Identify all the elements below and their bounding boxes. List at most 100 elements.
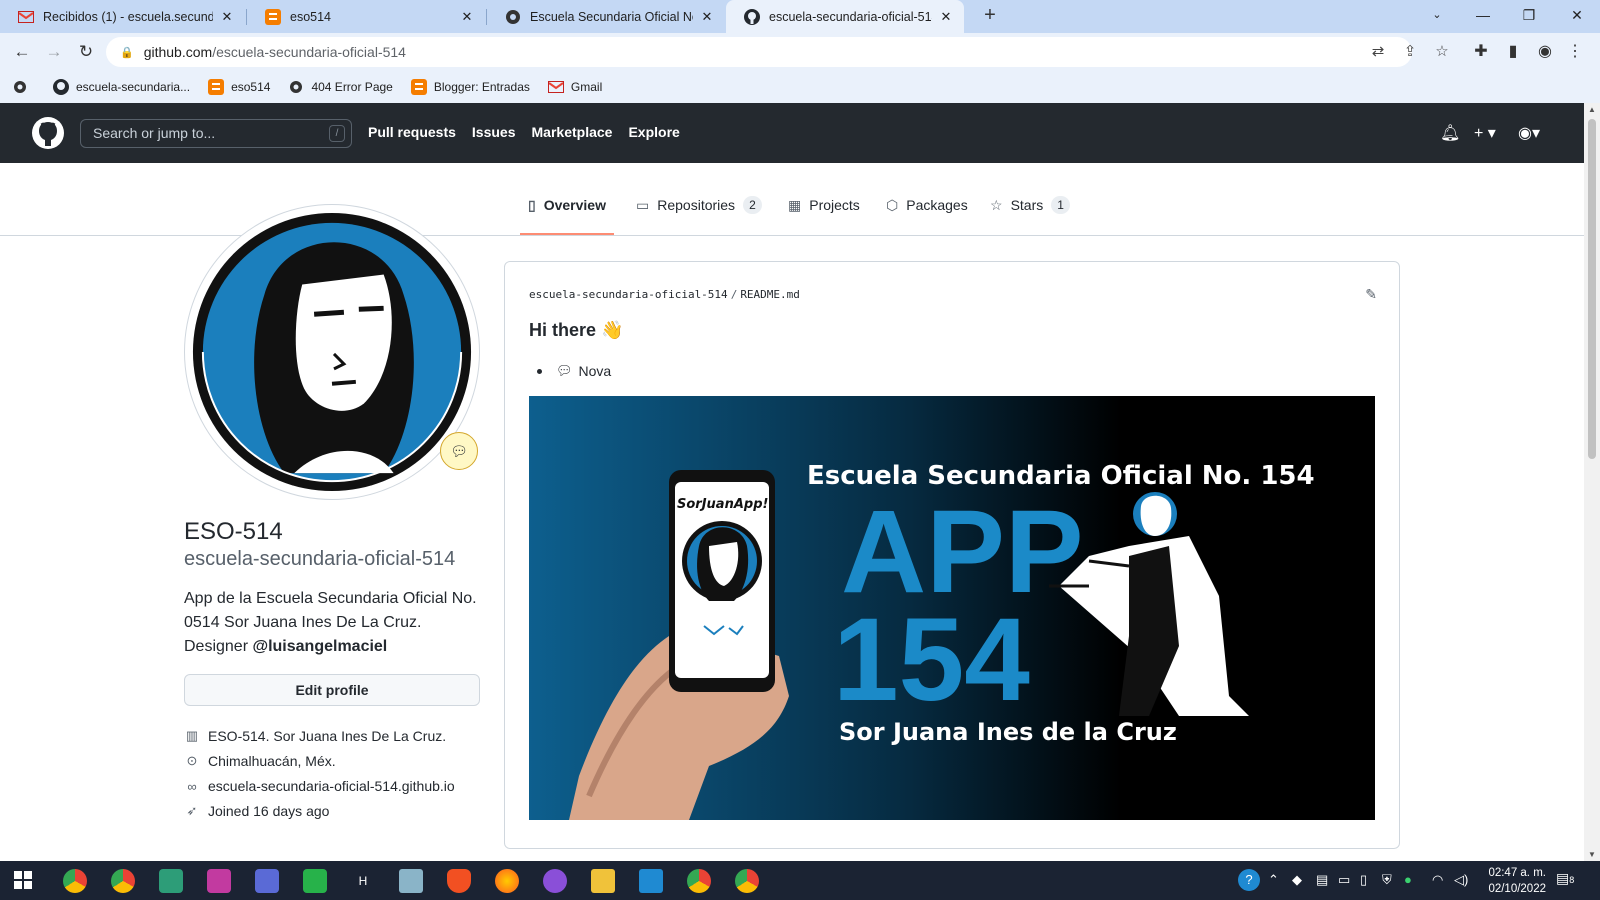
github-icon <box>53 78 69 95</box>
restore-button[interactable]: ❐ <box>1506 0 1552 30</box>
tab-packages[interactable]: ⬡ Packages <box>886 197 968 235</box>
taskbar-clock[interactable]: 02:47 a. m. 02/10/2022 <box>1488 865 1546 897</box>
url-host: github.com <box>143 44 213 60</box>
nav-pull-requests[interactable]: Pull requests <box>368 124 456 140</box>
chrome-profile-icon[interactable] <box>111 869 135 893</box>
profile-avatar[interactable] <box>184 204 480 500</box>
minimize-button[interactable]: — <box>1460 0 1506 30</box>
nav-issues[interactable]: Issues <box>472 124 516 140</box>
back-icon[interactable]: ← <box>10 41 34 63</box>
app-blue-icon[interactable] <box>255 869 279 893</box>
readme-path: escuela-secundaria-oficial-514/README.md <box>529 288 800 301</box>
tab-search-icon[interactable]: ⌄ <box>1414 0 1460 30</box>
wifi-icon[interactable]: ◠ <box>1432 872 1443 888</box>
profile-avatar-icon[interactable]: ◉ <box>1534 41 1556 61</box>
bookmark-item[interactable]: 404 Error Page <box>288 79 393 95</box>
app-h-icon[interactable]: H <box>351 869 375 893</box>
tray-battery-icon[interactable]: ▯ <box>1360 872 1367 888</box>
create-new-dropdown-icon[interactable]: + ▾ <box>1474 123 1496 143</box>
nav-marketplace[interactable]: Marketplace <box>532 124 613 140</box>
help-icon[interactable]: ? <box>1238 869 1260 891</box>
browser-tab-eso514[interactable]: eso514 ✕ <box>247 0 485 33</box>
page-scrollbar[interactable]: ▲ ▼ <box>1584 103 1600 861</box>
profile-website[interactable]: ∞ escuela-secundaria-oficial-514.github.… <box>184 778 455 794</box>
user-menu-avatar-icon[interactable]: ◉▾ <box>1518 123 1540 143</box>
package-icon: ⬡ <box>886 197 899 213</box>
bookmark-apps[interactable] <box>12 79 35 95</box>
tab-repositories[interactable]: ▭ Repositories 2 <box>636 196 762 235</box>
readme-repo-link[interactable]: escuela-secundaria-oficial-514 <box>529 288 728 301</box>
side-panel-icon[interactable]: ▮ <box>1502 41 1524 61</box>
tray-security-icon[interactable]: ⛨ <box>1382 872 1392 888</box>
tab-title: escuela-secundaria-oficial-514 (E <box>769 9 932 24</box>
scroll-down-arrow-icon[interactable]: ▼ <box>1584 850 1600 859</box>
repo-icon: ▭ <box>636 197 650 213</box>
close-icon[interactable]: ✕ <box>219 9 235 25</box>
github-logo-icon[interactable] <box>32 117 64 149</box>
browser-tab-escuela[interactable]: Escuela Secundaria Oficial No. 514 ✕ <box>487 0 725 33</box>
tab-overview[interactable]: ▯ Overview <box>520 197 614 235</box>
profile-bio: App de la Escuela Secundaria Oficial No.… <box>184 587 484 659</box>
close-icon[interactable]: ✕ <box>938 9 954 25</box>
chrome-second-icon[interactable] <box>735 869 759 893</box>
bookmark-star-icon[interactable]: ☆ <box>1432 42 1452 60</box>
forward-icon[interactable]: → <box>42 41 66 63</box>
app-hexagon-icon[interactable] <box>159 869 183 893</box>
tray-display-icon[interactable]: ▭ <box>1338 872 1350 888</box>
app-green-icon[interactable] <box>303 869 327 893</box>
translate-icon[interactable]: ⇄ <box>1368 42 1388 60</box>
scrollbar-thumb[interactable] <box>1588 119 1596 459</box>
website-link[interactable]: escuela-secundaria-oficial-514.github.io <box>208 778 455 794</box>
tab-projects[interactable]: ▦ Projects <box>788 197 860 235</box>
readme-card: escuela-secundaria-oficial-514/README.md… <box>504 261 1400 849</box>
bio-mention-link[interactable]: @luisangelmaciel <box>252 638 387 655</box>
reload-icon[interactable]: ↻ <box>74 41 98 63</box>
notifications-bell-icon[interactable]: 🔔︎ <box>1440 123 1460 143</box>
menu-icon[interactable]: ⋮ <box>1564 41 1586 61</box>
close-icon[interactable]: ✕ <box>699 9 715 25</box>
github-desktop-icon[interactable] <box>543 869 567 893</box>
github-search-input[interactable]: Search or jump to... / <box>80 119 352 148</box>
tray-app-icon[interactable]: ◆ <box>1292 872 1302 888</box>
bookmark-item[interactable]: Blogger: Entradas <box>410 78 530 95</box>
file-explorer-icon[interactable] <box>591 869 615 893</box>
bookmark-item[interactable]: escuela-secundaria... <box>53 78 190 95</box>
firefox-icon[interactable] <box>495 869 519 893</box>
status-speech-bubble-icon[interactable]: 💬︎ <box>440 432 478 470</box>
repo-count-badge: 2 <box>743 196 762 214</box>
app-pink-icon[interactable] <box>207 869 231 893</box>
browser-tab-strip: Recibidos (1) - escuela.secundaria ✕ eso… <box>0 0 1600 33</box>
scroll-up-arrow-icon[interactable]: ▲ <box>1584 105 1600 114</box>
search-placeholder: Search or jump to... <box>93 125 216 141</box>
share-icon[interactable]: ⇪ <box>1400 42 1420 60</box>
windows-start-icon[interactable] <box>14 871 32 889</box>
tab-stars[interactable]: ☆ Stars 1 <box>990 196 1070 235</box>
readme-file-link[interactable]: README.md <box>740 288 800 301</box>
tray-chevron-icon[interactable]: ⌃ <box>1268 872 1279 888</box>
browser-tab-github[interactable]: escuela-secundaria-oficial-514 (E ✕ <box>726 0 964 33</box>
bookmark-item[interactable]: Gmail <box>547 79 602 95</box>
extensions-icon[interactable]: ✚ <box>1470 41 1492 61</box>
nav-explore[interactable]: Explore <box>628 124 679 140</box>
bookmark-item[interactable]: eso514 <box>208 78 270 95</box>
close-window-button[interactable]: ✕ <box>1554 0 1600 30</box>
browser-tab-gmail[interactable]: Recibidos (1) - escuela.secundaria ✕ <box>0 0 245 33</box>
brave-icon[interactable] <box>447 869 471 893</box>
address-bar[interactable]: 🔒 github.com/escuela-secundaria-oficial-… <box>106 37 1412 67</box>
banner-app-number: 154 <box>833 594 1030 726</box>
new-tab-button[interactable]: + <box>978 4 1002 27</box>
chrome-active-icon[interactable] <box>687 869 711 893</box>
notification-center-icon[interactable]: ▤8 <box>1556 870 1574 887</box>
close-icon[interactable]: ✕ <box>459 9 475 25</box>
blogger-icon <box>265 8 281 25</box>
tray-network-drive-icon[interactable]: ▤ <box>1316 872 1328 888</box>
readme-heading: Hi there 👋 <box>529 320 624 340</box>
app-pen-icon[interactable] <box>399 869 423 893</box>
pencil-edit-icon[interactable]: ✎ <box>1365 286 1377 303</box>
volume-icon[interactable]: ◁) <box>1454 872 1468 888</box>
tray-shield-icon[interactable]: ● <box>1404 872 1412 887</box>
vscode-icon[interactable] <box>639 869 663 893</box>
tab-label: Packages <box>906 197 968 213</box>
edit-profile-button[interactable]: Edit profile <box>184 674 480 706</box>
chrome-icon[interactable] <box>63 869 87 893</box>
